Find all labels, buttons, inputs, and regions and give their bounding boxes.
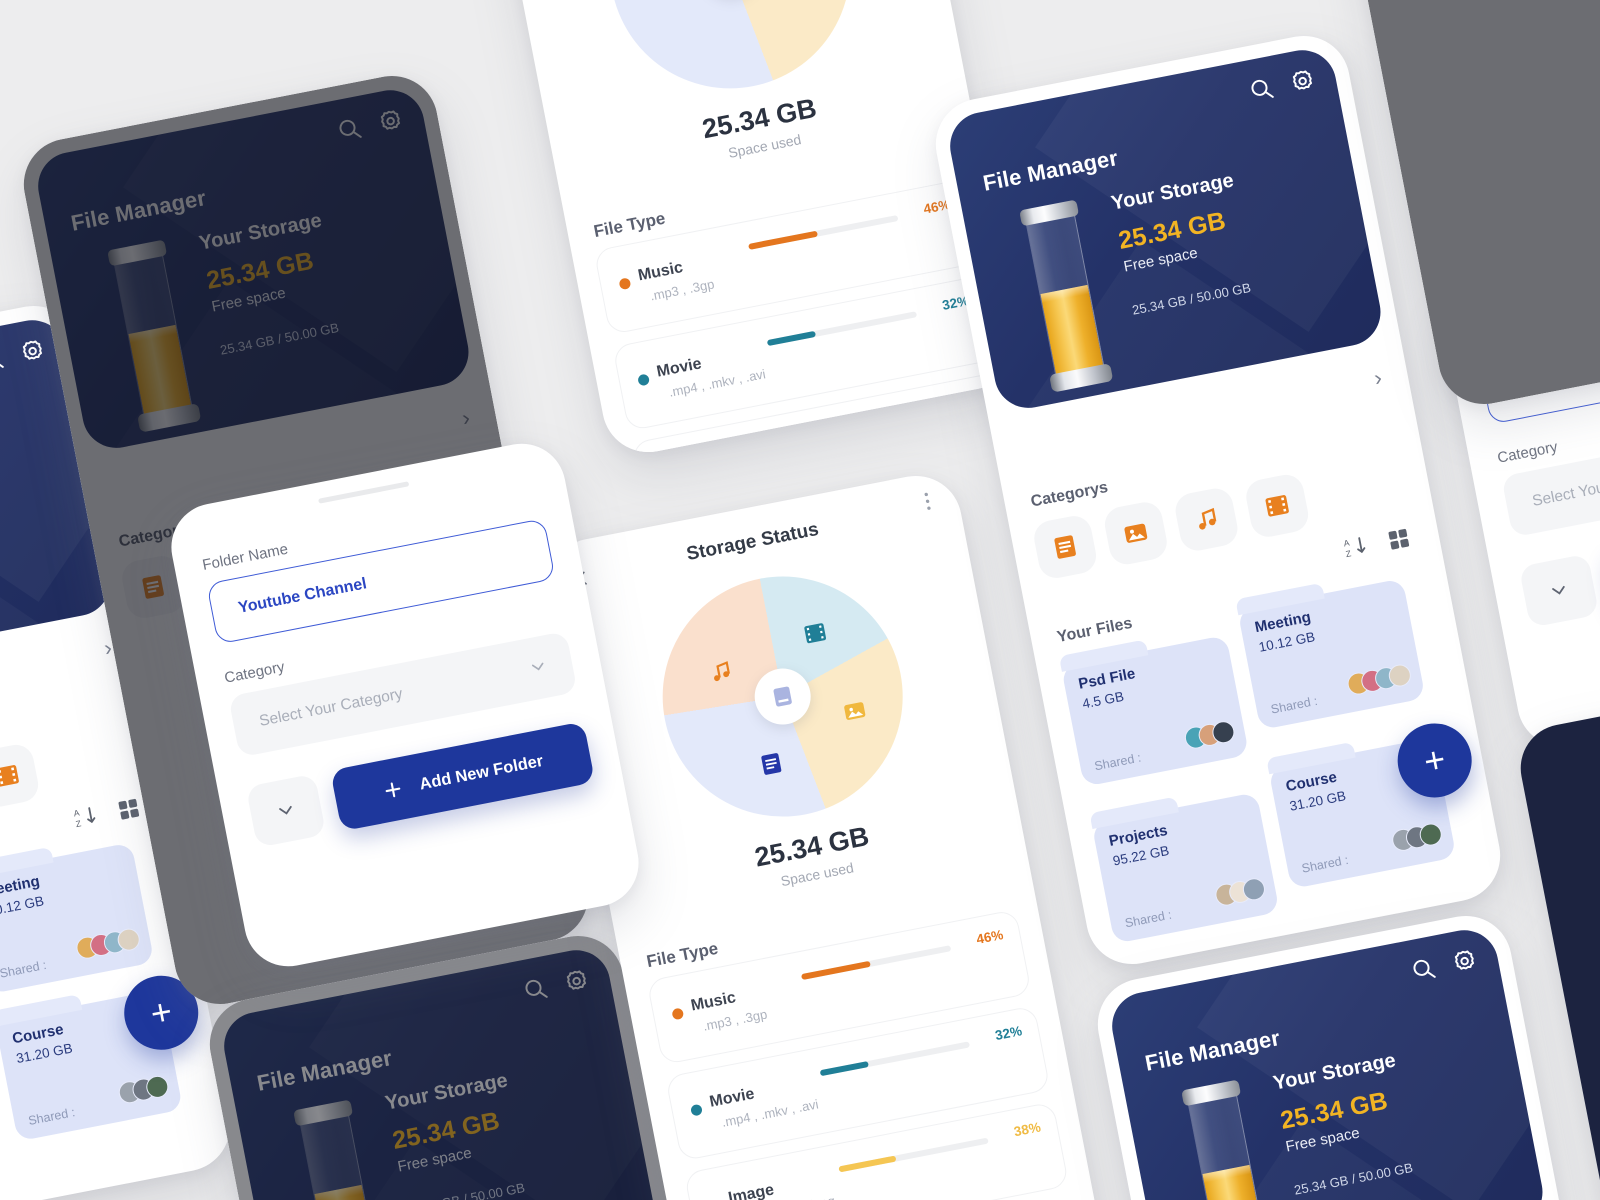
- folder-shared-label: Shared :: [1269, 693, 1319, 717]
- sort-az-icon[interactable]: AZ: [1341, 532, 1371, 562]
- category-placeholder: Select Your Category: [1530, 465, 1600, 510]
- add-new-folder-label: Add New Folder: [417, 751, 545, 794]
- movie-icon: [796, 614, 834, 652]
- folder-shared-label: Shared :: [1093, 750, 1143, 774]
- screen-storage-status-top[interactable]: 25.34 GB Space used File Type Music .mp3…: [443, 0, 1025, 460]
- add-folder-sheet: Folder Name Youtube Channel Category Sel…: [167, 452, 623, 853]
- avatar-group: [74, 926, 142, 961]
- file-type-progress-track: [785, 407, 936, 443]
- svg-text:A: A: [1343, 538, 1351, 549]
- file-type-name: Music: [636, 259, 685, 285]
- expand-toggle-button[interactable]: [245, 773, 327, 848]
- file-type-name: Music: [689, 989, 738, 1015]
- music-icon: [702, 653, 740, 691]
- folder-card-psd-file[interactable]: Psd File 4.5 GB Shared :: [1060, 634, 1250, 787]
- storage-hero-card: File Manager Your Storage 25.34 GB Free …: [944, 44, 1387, 414]
- document-icon: [753, 745, 791, 783]
- folder-size: 10.12 GB: [0, 893, 46, 919]
- search-icon[interactable]: [0, 344, 7, 374]
- file-type-percent: 46%: [975, 927, 1005, 947]
- folder-shared-label: Shared :: [0, 957, 48, 981]
- file-type-name: Image: [726, 1181, 776, 1200]
- folder-card-course[interactable]: Course 31.20 GB Shared : +: [1268, 717, 1479, 890]
- folder-name: Psd File: [1077, 665, 1137, 693]
- avatar-group: [1183, 719, 1237, 751]
- grid-view-icon[interactable]: [1385, 525, 1413, 553]
- svg-text:Z: Z: [75, 818, 83, 829]
- design-showcase-canvas: File Manager Your Storage 25.34 GB Free …: [0, 0, 1600, 1200]
- hero-icon-group: [0, 336, 48, 374]
- gear-icon[interactable]: [1287, 66, 1317, 96]
- folder-shared-label: Shared :: [27, 1105, 77, 1128]
- storage-usage-total: 25.34 GB / 50.00 GB: [0, 526, 103, 587]
- svg-text:A: A: [73, 808, 81, 819]
- sheet-grip[interactable]: [318, 481, 410, 504]
- storage-status-title: Storage Status: [684, 518, 821, 566]
- folder-size: 4.5 GB: [1081, 688, 1126, 712]
- search-icon[interactable]: [1408, 954, 1438, 984]
- avatar-group: [116, 1073, 171, 1106]
- gear-icon[interactable]: [17, 336, 47, 366]
- gear-icon[interactable]: [1449, 946, 1479, 976]
- file-type-name: Image: [674, 451, 723, 460]
- app-title: File Manager: [1142, 1025, 1283, 1076]
- app-title: File Manager: [980, 145, 1121, 196]
- hero-next-arrow[interactable]: ›: [1372, 365, 1384, 392]
- avatar-group: [1345, 662, 1413, 697]
- chevron-down-icon[interactable]: [526, 655, 549, 678]
- avatar-group: [1213, 876, 1267, 908]
- search-icon[interactable]: [1246, 74, 1276, 104]
- category-select[interactable]: Select Your Category: [1501, 410, 1600, 538]
- file-type-percent: 32%: [993, 1023, 1024, 1044]
- add-new-folder-button[interactable]: Add New Folder: [330, 721, 596, 832]
- folder-card-course[interactable]: Course 31.20 GB Shared : +: [0, 969, 205, 1142]
- plus-icon: [380, 777, 406, 803]
- folder-shared-label: Shared :: [1123, 907, 1173, 931]
- folder-card-projects[interactable]: Projects 95.22 GB Shared :: [1091, 792, 1280, 944]
- file-type-progress-track: [766, 311, 918, 347]
- file-type-name: Movie: [655, 355, 704, 381]
- storage-pie-wrap: [641, 555, 924, 838]
- grid-view-icon[interactable]: [115, 795, 143, 823]
- file-type-progress-track: [748, 215, 899, 250]
- image-icon: [836, 692, 874, 730]
- file-type-progress-track: [819, 1041, 971, 1077]
- file-type-name: Movie: [708, 1085, 756, 1111]
- svg-text:Z: Z: [1345, 548, 1353, 559]
- storage-hero-card: File Manager Your Storage 25.34 GB Free …: [1106, 924, 1549, 1200]
- folder-shared-label: Shared :: [1300, 852, 1350, 876]
- folder-card-meeting[interactable]: Meeting 10.12 GB Shared :: [0, 842, 155, 995]
- expand-toggle-button[interactable]: [1518, 553, 1600, 628]
- file-type-percent: 38%: [1012, 1119, 1042, 1140]
- avatar-group: [1390, 821, 1444, 853]
- sort-az-icon[interactable]: AZ: [71, 802, 101, 832]
- add-folder-fab[interactable]: +: [1391, 717, 1479, 804]
- category-placeholder: Select Your Category: [257, 685, 405, 730]
- file-type-progress-track: [800, 945, 952, 981]
- file-type-progress-track: [838, 1137, 989, 1173]
- folder-card-meeting[interactable]: Meeting 10.12 GB Shared :: [1237, 578, 1426, 731]
